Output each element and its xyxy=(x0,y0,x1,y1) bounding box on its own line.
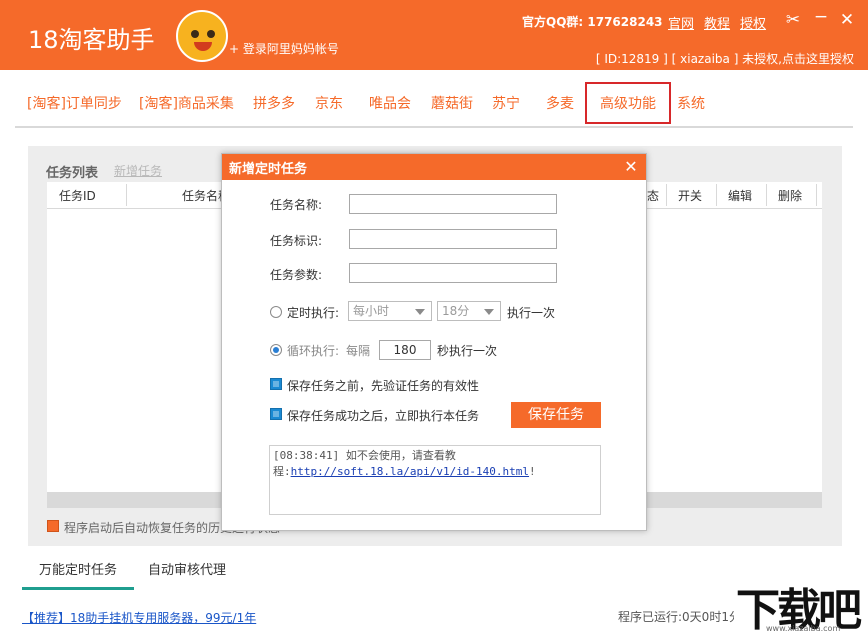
nav-jd[interactable]: 京东 xyxy=(315,93,343,113)
timed-exec-suffix: 执行一次 xyxy=(507,306,556,320)
task-params-input[interactable] xyxy=(349,263,557,283)
col-edit[interactable]: 编辑 xyxy=(728,187,752,204)
col-delete[interactable]: 删除 xyxy=(778,187,802,204)
column-divider xyxy=(666,184,667,206)
app-title: 18淘客助手 xyxy=(28,26,155,54)
validate-before-save-checkbox[interactable] xyxy=(270,378,282,390)
column-divider xyxy=(126,184,127,206)
hour-select-value: 每小时 xyxy=(353,304,390,318)
minute-select[interactable]: 18分 xyxy=(437,301,501,321)
license-status-link[interactable]: [ ID:12819 ] [ xiazaiba ] 未授权,点击这里授权 xyxy=(596,50,854,67)
minimize-icon[interactable]: − xyxy=(811,7,831,27)
tutorial-url-link[interactable]: http://soft.18.la/api/v1/id-140.html xyxy=(291,465,529,478)
add-task-link[interactable]: 新增任务 xyxy=(114,162,162,179)
hour-select[interactable]: 每小时 xyxy=(348,301,432,321)
license-link[interactable]: 授权 xyxy=(740,13,766,32)
loop-exec-label: 循环执行: xyxy=(287,344,340,358)
validate-before-save-label: 保存任务之前，先验证任务的有效性 xyxy=(287,379,480,393)
mascot-mouth-icon xyxy=(194,42,212,51)
timed-exec-label: 定时执行: xyxy=(287,306,340,320)
official-site-link[interactable]: 官网 xyxy=(668,13,694,32)
task-list-title: 任务列表 xyxy=(46,166,99,181)
tab-universal-timed-task[interactable]: 万能定时任务 xyxy=(22,556,134,590)
loop-every-label: 每隔 xyxy=(346,344,371,358)
column-divider xyxy=(766,184,767,206)
column-divider xyxy=(816,184,817,206)
log-output: [08:38:41] 如不会使用，请查看教程:http://soft.18.la… xyxy=(269,445,601,515)
tutorial-link[interactable]: 教程 xyxy=(704,13,730,32)
nav-suning[interactable]: 苏宁 xyxy=(492,93,520,113)
loop-exec-radio[interactable] xyxy=(270,344,282,356)
restore-state-checkbox[interactable] xyxy=(47,520,59,532)
task-params-label: 任务参数: xyxy=(270,268,323,282)
nav-duomai[interactable]: 多麦 xyxy=(546,93,574,113)
mascot-eye-icon xyxy=(207,30,215,38)
column-divider xyxy=(716,184,717,206)
nav-product-collect[interactable]: [淘客]商品采集 xyxy=(139,93,234,113)
chevron-down-icon xyxy=(415,309,425,315)
col-switch[interactable]: 开关 xyxy=(678,187,702,204)
runtime-status: 程序已运行:0天0时1分 xyxy=(618,610,741,624)
col-task-id[interactable]: 任务ID xyxy=(59,187,96,204)
col-status[interactable]: 态 xyxy=(647,187,659,204)
tab-auto-review-proxy[interactable]: 自动审核代理 xyxy=(148,556,226,590)
tools-icon[interactable]: ✂ xyxy=(783,10,803,30)
task-name-label: 任务名称: xyxy=(270,198,323,212)
loop-seconds-input[interactable] xyxy=(379,340,431,360)
log-suffix: ! xyxy=(529,465,536,478)
mascot-eye-icon xyxy=(191,30,199,38)
dialog-title: 新增定时任务 xyxy=(229,162,308,177)
loop-exec-suffix: 秒执行一次 xyxy=(437,344,498,358)
close-icon[interactable]: ✕ xyxy=(837,10,857,30)
task-name-input[interactable] xyxy=(349,194,557,214)
nav-order-sync[interactable]: [淘客]订单同步 xyxy=(27,93,122,113)
run-after-save-checkbox[interactable] xyxy=(270,408,282,420)
chevron-down-icon xyxy=(484,309,494,315)
nav-vipshop[interactable]: 唯品会 xyxy=(369,93,411,113)
login-alimama-link[interactable]: + 登录阿里妈妈帐号 xyxy=(229,40,339,57)
watermark-url: www.xiazaiba.com xyxy=(766,624,841,633)
run-after-save-label: 保存任务成功之后，立即执行本任务 xyxy=(287,409,480,423)
task-tag-label: 任务标识: xyxy=(270,234,323,248)
timed-exec-radio[interactable] xyxy=(270,306,282,318)
nav-mogujie[interactable]: 蘑菇街 xyxy=(431,93,473,113)
nav-advanced-highlight xyxy=(585,82,671,124)
dialog-close-icon[interactable]: ✕ xyxy=(622,154,640,180)
nav-system[interactable]: 系统 xyxy=(677,93,705,113)
qq-group-label: 官方QQ群: 177628243 xyxy=(522,15,663,29)
minute-select-value: 18分 xyxy=(442,304,470,318)
server-promo-link[interactable]: 【推荐】18助手挂机专用服务器，99元/1年 xyxy=(22,609,256,626)
save-task-button[interactable]: 保存任务 xyxy=(511,402,601,428)
nav-pinduoduo[interactable]: 拼多多 xyxy=(253,93,295,113)
mascot-avatar-icon xyxy=(176,10,228,62)
task-tag-input[interactable] xyxy=(349,229,557,249)
